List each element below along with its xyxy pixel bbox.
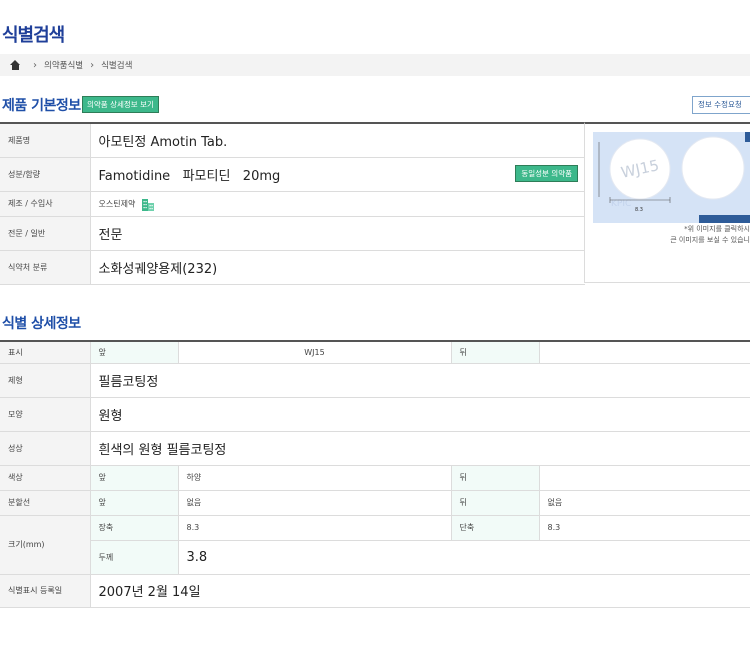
basic-info-table: 제품명 아모틴정 Amotin Tab. 성분/함량 Famotidine 파모…: [0, 122, 585, 285]
marking-back-label: 뒤: [450, 340, 539, 364]
size-long-label: 장축: [89, 514, 178, 541]
view-drug-details-button[interactable]: 의약품 상세정보 보기: [82, 96, 159, 113]
registration-date-value: 2007년 2월 14일: [89, 573, 750, 608]
color-back-value: [538, 464, 750, 491]
image-caption-line: *위 이미지를 클릭하시: [684, 225, 750, 233]
identification-detail-table: 표시 앞 WJ15 뒤 제형 필름코팅정 모양 원형 성상 흰색의 원형 필름코…: [0, 340, 750, 608]
appearance-label: 성상: [0, 430, 90, 466]
category-value: 소화성궤양용제(232): [89, 249, 585, 285]
breadcrumb: › 의약품식별 › 식별검색: [0, 54, 750, 76]
category-label: 식약처 분류: [0, 249, 90, 285]
product-name-label: 제품명: [0, 122, 90, 158]
section-title-identification-detail: 식별 상세정보: [2, 316, 81, 332]
form-label: 제형: [0, 362, 90, 398]
image-caption: *위 이미지를 클릭하시 큰 이미지를 보실 수 있습니: [670, 224, 750, 246]
manufacturer-cell: 오스틴제약: [89, 190, 585, 217]
same-ingredient-button[interactable]: 동일성분 의약품: [515, 164, 578, 182]
shape-label: 모양: [0, 396, 90, 432]
color-front-value: 하양: [177, 464, 451, 491]
section-title-basic-info: 제품 기본정보: [2, 98, 81, 114]
score-front-value: 없음: [177, 489, 451, 516]
manufacturer-value[interactable]: 오스틴제약: [99, 199, 136, 208]
request-edit-button[interactable]: 정보 수정요청: [692, 96, 750, 114]
size-long-value: 8.3: [177, 514, 451, 541]
classification-value: 전문: [89, 215, 585, 251]
building-icon[interactable]: [141, 197, 155, 211]
shape-value: 원형: [89, 396, 750, 432]
score-back-value: 없음: [538, 489, 750, 516]
size-thickness-label: 두께: [89, 539, 178, 575]
image-caption-line: 큰 이미지를 보실 수 있습니: [670, 236, 750, 244]
breadcrumb-item-identification-search[interactable]: 식별검색: [101, 59, 132, 71]
watermark-text: KPIC: [611, 199, 631, 209]
manufacturer-label: 제조 / 수입사: [0, 190, 90, 217]
color-back-label: 뒤: [450, 464, 539, 491]
marking-label: 표시: [0, 340, 90, 364]
score-front-label: 앞: [89, 489, 178, 516]
marking-front-label: 앞: [89, 340, 178, 364]
score-label: 분할선: [0, 489, 90, 516]
color-label: 색상: [0, 464, 90, 491]
form-value: 필름코팅정: [89, 362, 750, 398]
chevron-right-icon: ›: [90, 59, 95, 71]
size-thickness-value: 3.8: [177, 539, 750, 575]
color-front-label: 앞: [89, 464, 178, 491]
registration-date-label: 식별표시 등록일: [0, 573, 90, 608]
product-name-value: 아모틴정 Amotin Tab.: [89, 122, 585, 158]
chevron-right-icon: ›: [33, 59, 37, 71]
ingredient-label: 성분/함량: [0, 156, 90, 192]
home-icon[interactable]: [10, 60, 21, 70]
ingredient-cell: Famotidine 파모티딘 20mg 동일성분 의약품: [89, 156, 585, 192]
breadcrumb-item-drug-identification[interactable]: 의약품식별: [44, 59, 83, 71]
page-title: 식별검색: [2, 25, 65, 46]
pill-image-panel: KPIC KPIC 8.3 WJ15 *위 이미지를 클릭하시 큰 이미지를 보…: [584, 122, 750, 283]
ingredient-value: Famotidine 파모티딘 20mg: [98, 168, 281, 184]
size-short-label: 단축: [450, 514, 539, 541]
scale-label: 8.3: [635, 207, 643, 213]
appearance-value: 흰색의 원형 필름코팅정: [89, 430, 750, 466]
score-back-label: 뒤: [450, 489, 539, 516]
pill-image[interactable]: KPIC KPIC 8.3 WJ15: [593, 132, 750, 223]
size-label: 크기(mm): [0, 514, 90, 575]
size-short-value: 8.3: [538, 514, 750, 541]
marking-back-value: [538, 340, 750, 364]
classification-label: 전문 / 일반: [0, 215, 90, 251]
pill-photo: KPIC KPIC 8.3 WJ15: [593, 132, 750, 223]
marking-front-value: WJ15: [177, 340, 451, 364]
